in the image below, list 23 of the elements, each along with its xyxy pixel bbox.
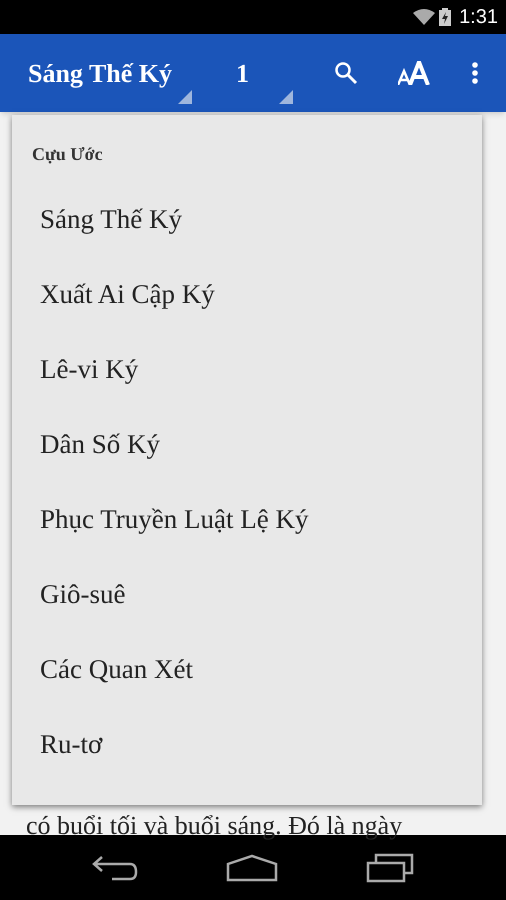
chapter-text: có buổi tối và buổi sáng. Đó là ngày	[25, 811, 404, 841]
battery-icon	[439, 8, 452, 26]
section-header: Cựu Ước	[31, 143, 104, 166]
dropdown-triangle-icon	[279, 90, 294, 104]
clock: 1:31	[459, 5, 498, 30]
home-icon[interactable]	[226, 854, 278, 882]
book-selector[interactable]: Sáng Thế Ký	[0, 34, 196, 112]
back-icon[interactable]	[92, 854, 138, 880]
book-item[interactable]: Giô-suê	[12, 557, 482, 632]
wifi-icon	[413, 9, 436, 25]
book-item[interactable]: Phục Truyền Luật Lệ Ký	[12, 482, 482, 557]
book-item[interactable]: Ru-tơ	[12, 707, 482, 782]
book-item[interactable]: Sáng Thế Ký	[12, 182, 482, 257]
book-item[interactable]: Dân Số Ký	[12, 407, 482, 482]
dropdown-triangle-icon	[178, 90, 192, 104]
recent-apps-icon[interactable]	[366, 852, 414, 882]
text-size-icon[interactable]	[398, 61, 432, 85]
book-item[interactable]: Các Quan Xét	[12, 632, 482, 707]
overflow-menu-icon[interactable]	[472, 62, 478, 84]
chapter-selector[interactable]: 1	[212, 34, 298, 112]
book-item[interactable]: Lê-vi Ký	[12, 332, 482, 407]
book-item[interactable]: Xuất Ai Cập Ký	[12, 257, 482, 332]
search-icon[interactable]	[334, 61, 358, 85]
